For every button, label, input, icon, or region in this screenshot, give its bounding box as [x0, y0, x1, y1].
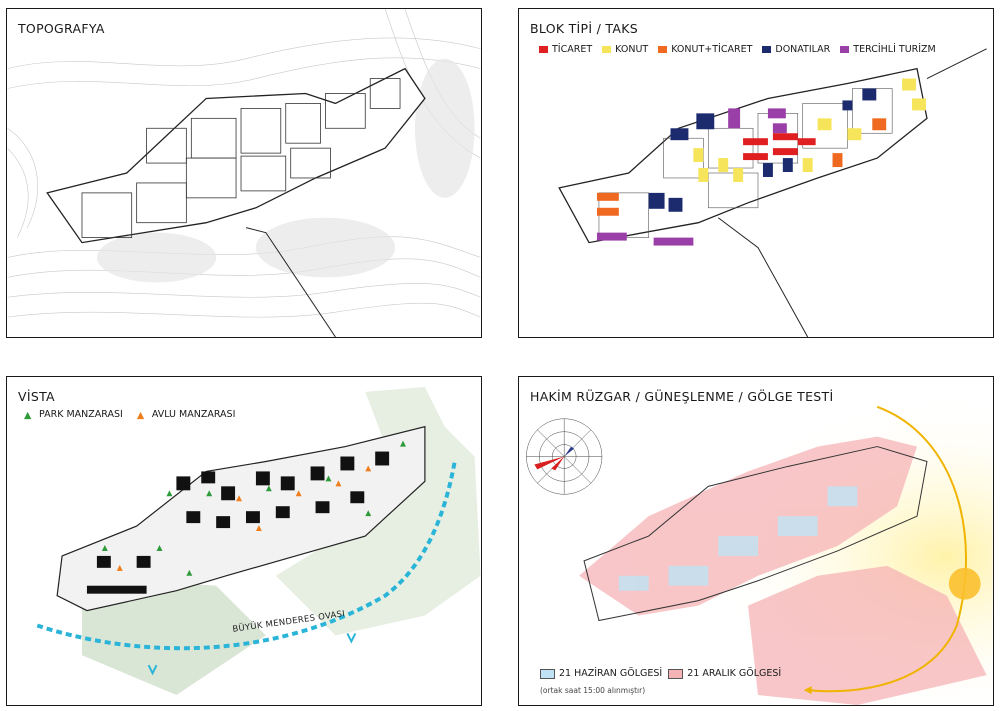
block-type-map	[558, 48, 987, 337]
legend-ticaret: TİCARET	[539, 44, 592, 55]
wind-sun-title: HAKİM RÜZGAR / GÜNEŞLENME / GÖLGE TESTİ	[530, 389, 834, 404]
shadow-map	[519, 377, 993, 705]
green-arrow-icon: ▲	[24, 410, 32, 421]
legend-tercihli-turizm: TERCİHLİ TURİZM	[840, 44, 936, 55]
legend-konut-ticaret: KONUT+TİCARET	[658, 44, 752, 55]
legend-donatilar: DONATILAR	[762, 44, 830, 55]
wind-sun-panel: HAKİM RÜZGAR / GÜNEŞLENME / GÖLGE TESTİ …	[518, 376, 994, 706]
shadow-legend: 21 HAZİRAN GÖLGESİ 21 ARALIK GÖLGESİ	[540, 668, 781, 679]
swatch-icon	[668, 668, 684, 679]
legend-winter-shadow: 21 ARALIK GÖLGESİ	[668, 668, 781, 679]
orange-arrow-icon: ▲	[136, 410, 145, 421]
legend-konut: KONUT	[602, 44, 648, 55]
topography-map	[7, 9, 481, 337]
vista-panel: VİSTA ▲ PARK MANZARASI ▲ AVLU MANZARASI BÜ…	[6, 376, 482, 706]
vista-title: VİSTA	[18, 389, 55, 404]
legend-summer-shadow: 21 HAZİRAN GÖLGESİ	[540, 668, 662, 679]
swatch-icon	[658, 46, 668, 53]
swatch-icon	[539, 46, 548, 53]
block-type-panel: BLOK TİPİ / TAKS TİCARET KONUT KONUT+TİC…	[518, 8, 994, 338]
topography-panel: TOPOGRAFYA	[6, 8, 482, 338]
topography-title: TOPOGRAFYA	[18, 21, 105, 36]
legend-park: ▲ PARK MANZARASI	[24, 409, 123, 421]
shadow-note: (ortak saat 15:00 alınmıştır)	[540, 686, 646, 695]
block-type-legend: TİCARET KONUT KONUT+TİCARET DONATILAR TE…	[539, 44, 936, 55]
swatch-icon	[602, 46, 612, 53]
wind-rose	[526, 418, 603, 495]
legend-avlu: ▲ AVLU MANZARASI	[136, 409, 236, 421]
swatch-icon	[540, 668, 555, 679]
swatch-icon	[840, 46, 850, 53]
vista-legend: ▲ PARK MANZARASI ▲ AVLU MANZARASI	[24, 409, 236, 421]
block-type-title: BLOK TİPİ / TAKS	[530, 21, 638, 36]
vista-map	[36, 386, 481, 696]
swatch-icon	[762, 46, 772, 53]
